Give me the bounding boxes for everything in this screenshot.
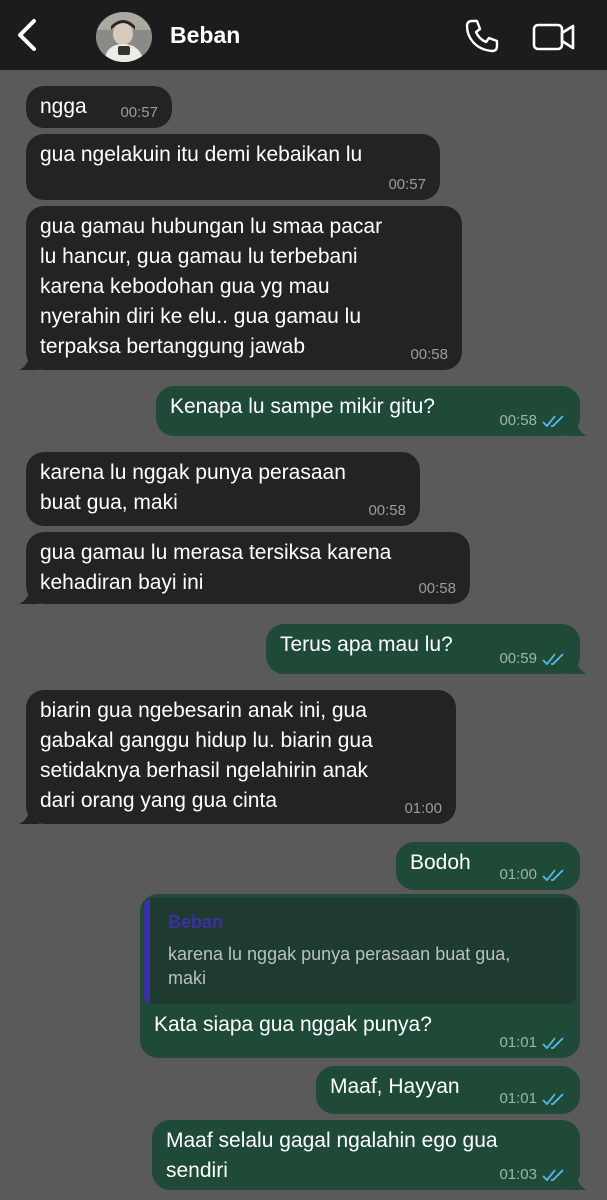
avatar[interactable] [96, 12, 152, 62]
double-check-icon [542, 869, 564, 882]
double-check-icon [542, 1093, 564, 1106]
message-time: 00:57 [120, 104, 158, 121]
message-incoming[interactable]: karena lu nggak punya perasaan buat gua,… [26, 452, 420, 526]
contact-photo-icon [96, 12, 152, 62]
message-time: 00:59 [499, 650, 537, 667]
message-text: Maaf selalu gagal ngalahin ego gua sendi… [166, 1129, 498, 1182]
message-outgoing[interactable]: Bodoh 01:00 [396, 842, 580, 890]
message-text: gua ngelakuin itu demi kebaikan lu [40, 143, 363, 166]
message-text: Maaf, Hayyan [330, 1075, 460, 1098]
chat-header: Beban [0, 0, 607, 70]
voice-call-button[interactable] [464, 18, 500, 54]
quoted-sender-name: Beban [168, 912, 224, 932]
double-check-icon [542, 1037, 564, 1050]
quoted-message[interactable]: Beban karena lu nggak punya perasaan bua… [144, 898, 576, 1004]
message-incoming[interactable]: gua gamau lu merasa tersiksa karena keha… [19, 532, 470, 604]
message-text: Kenapa lu sampe mikir gitu? [170, 395, 435, 418]
message-time: 00:58 [368, 502, 406, 519]
message-text: Terus apa mau lu? [280, 633, 453, 656]
message-time: 00:58 [410, 346, 448, 363]
bubble-tail [567, 1170, 587, 1190]
double-check-icon [542, 415, 564, 428]
message-time: 01:01 [499, 1090, 537, 1107]
message-time: 01:00 [404, 800, 442, 817]
message-text: Kata siapa gua nggak punya? [154, 1013, 432, 1036]
message-time: 01:01 [499, 1034, 537, 1051]
bubble-tail [19, 584, 39, 604]
message-time: 00:58 [499, 412, 537, 429]
message-time: 00:58 [418, 580, 456, 597]
message-text: Bodoh [410, 851, 471, 874]
video-call-button[interactable] [532, 22, 576, 52]
message-outgoing[interactable]: Terus apa mau lu? 00:59 [266, 624, 587, 674]
message-incoming[interactable]: gua gamau hubungan lu smaa pacar lu hanc… [19, 206, 462, 370]
message-text: biarin gua ngebesarin anak ini, gua gaba… [40, 699, 373, 812]
message-text: gua gamau hubungan lu smaa pacar lu hanc… [40, 215, 383, 358]
message-text: karena lu nggak punya perasaan buat gua,… [40, 461, 346, 514]
message-time: 01:03 [499, 1166, 537, 1183]
chevron-left-icon [18, 19, 36, 51]
double-check-icon [542, 653, 564, 666]
contact-name[interactable]: Beban [170, 22, 240, 49]
message-incoming[interactable]: biarin gua ngebesarin anak ini, gua gaba… [19, 690, 456, 824]
back-button[interactable] [10, 15, 44, 55]
video-camera-icon [532, 23, 575, 51]
message-time: 00:57 [388, 176, 426, 193]
quoted-text: karena lu nggak punya perasaan buat gua,… [168, 944, 511, 988]
message-text: ngga [40, 95, 87, 118]
bubble-tail [567, 416, 587, 436]
message-outgoing[interactable]: Maaf, Hayyan 01:01 [316, 1066, 580, 1114]
message-outgoing[interactable]: Maaf selalu gagal ngalahin ego gua sendi… [152, 1120, 587, 1190]
message-text: gua gamau lu merasa tersiksa karena keha… [40, 541, 392, 594]
message-outgoing[interactable]: Kenapa lu sampe mikir gitu? 00:58 [156, 386, 587, 436]
bubble-tail [567, 654, 587, 674]
quote-accent-bar [144, 898, 150, 1004]
bubble-tail [19, 804, 39, 824]
message-incoming[interactable]: ngga 00:57 [26, 86, 172, 128]
chat-screen: Beban ngga 00:57 gua ngelakuin itu demi … [0, 0, 607, 1200]
phone-icon [465, 19, 499, 53]
bubble-tail [19, 350, 39, 370]
message-time: 01:00 [499, 866, 537, 883]
double-check-icon [542, 1169, 564, 1182]
message-incoming[interactable]: gua ngelakuin itu demi kebaikan lu 00:57 [26, 134, 440, 200]
